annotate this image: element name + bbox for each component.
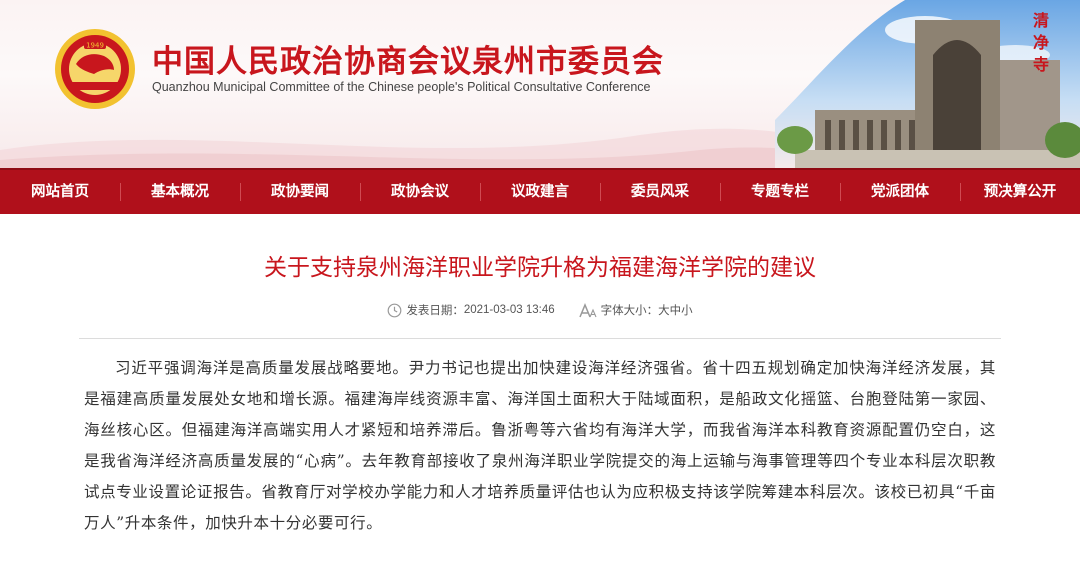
cppcc-emblem-icon: 1949 (55, 29, 135, 109)
site-subtitle: Quanzhou Municipal Committee of the Chin… (152, 80, 651, 94)
seal-calligraphy: 清 净 寺 (1030, 10, 1052, 76)
seal-char: 净 (1032, 33, 1049, 52)
nav-item-suggestions[interactable]: 议政建言 (480, 170, 600, 214)
nav-item-home[interactable]: 网站首页 (0, 170, 120, 214)
seal-char: 清 (1032, 11, 1049, 30)
clock-icon (387, 303, 402, 317)
article-container: 关于支持泉州海洋职业学院升格为福建海洋学院的建议 发表日期： 2021-03-0… (0, 214, 1080, 539)
publish-date: 发表日期： 2021-03-03 13:46 (387, 302, 555, 318)
main-nav: 网站首页 基本概况 政协要闻 政协会议 议政建言 委员风采 专题专栏 党派团体 … (0, 168, 1080, 214)
date-value: 2021-03-03 13:46 (463, 304, 555, 316)
site-title: 中国人民政治协商会议泉州市委员会 (152, 44, 664, 80)
nav-item-parties[interactable]: 党派团体 (840, 170, 960, 214)
site-header: 1949 中国人民政治协商会议泉州市委员会 Quanzhou Municipal… (0, 0, 1080, 168)
nav-item-budget[interactable]: 预决算公开 (960, 170, 1080, 214)
font-size-large[interactable]: 大 (658, 302, 670, 318)
nav-item-special-topics[interactable]: 专题专栏 (720, 170, 840, 214)
font-size-icon (578, 302, 597, 317)
article-body: 习近平强调海洋是高质量发展战略要地。尹力书记也提出加快建设海洋经济强省。省十四五… (84, 359, 996, 532)
article-meta: 发表日期： 2021-03-03 13:46 字体大小： 大 中 小 (0, 300, 1080, 320)
nav-item-members[interactable]: 委员风采 (600, 170, 720, 214)
font-size-control: 字体大小： 大 中 小 (578, 302, 693, 318)
emblem-year: 1949 (86, 42, 104, 50)
nav-item-meetings[interactable]: 政协会议 (360, 170, 480, 214)
font-size-medium[interactable]: 中 (670, 302, 682, 318)
divider (79, 338, 1001, 339)
article-title: 关于支持泉州海洋职业学院升格为福建海洋学院的建议 (264, 255, 816, 281)
font-size-label: 字体大小： (600, 305, 659, 317)
nav-item-overview[interactable]: 基本概况 (120, 170, 240, 214)
font-size-small[interactable]: 小 (681, 302, 693, 318)
nav-item-news[interactable]: 政协要闻 (240, 170, 360, 214)
seal-char: 寺 (1032, 55, 1049, 74)
date-label: 发表日期： (406, 305, 464, 317)
